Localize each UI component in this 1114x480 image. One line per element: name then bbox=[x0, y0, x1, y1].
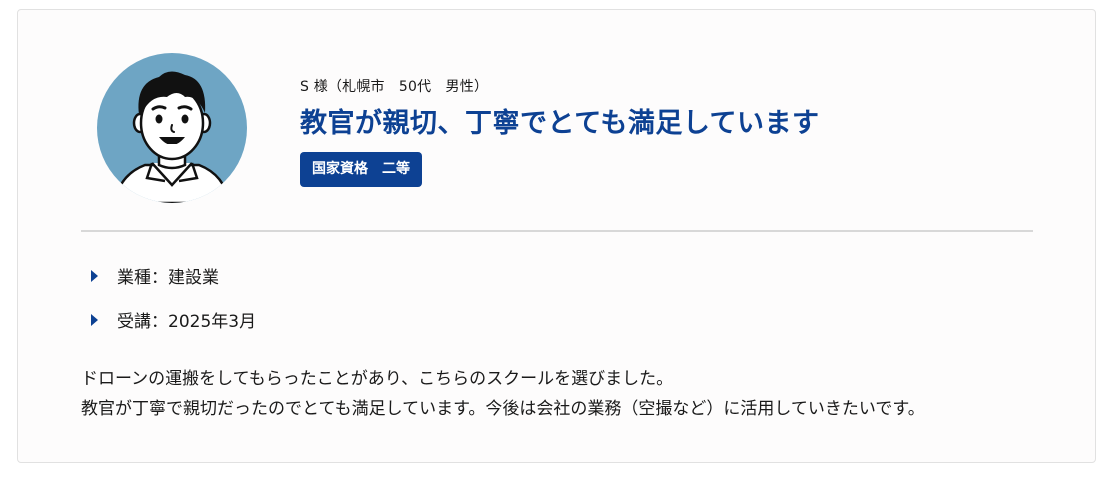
section-divider bbox=[81, 230, 1033, 232]
detail-item-industry: 業種：建設業 bbox=[91, 263, 219, 288]
reviewer-info: S 様（札幌市 50代 男性） bbox=[300, 79, 489, 95]
review-body: ドローンの運搬をしてもらったことがあり、こちらのスクールを選びました。 教官が丁… bbox=[81, 364, 1071, 424]
review-body-line: 教官が丁寧で親切だったのでとても満足しています。今後は会社の業務（空撮など）に活… bbox=[81, 399, 925, 419]
license-badge: 国家資格 二等 bbox=[300, 152, 422, 187]
testimonial-card: S 様（札幌市 50代 男性） 教官が親切、丁寧でとても満足しています 国家資格… bbox=[17, 9, 1096, 463]
detail-item-course-date: 受講：2025年3月 bbox=[91, 307, 256, 332]
detail-label: 受講：2025年3月 bbox=[117, 312, 257, 332]
reviewer-avatar bbox=[97, 53, 247, 203]
detail-label: 業種：建設業 bbox=[117, 268, 219, 288]
male-avatar-illustration-icon bbox=[97, 53, 247, 203]
review-title: 教官が親切、丁寧でとても満足しています bbox=[300, 108, 820, 139]
triangle-right-icon bbox=[91, 313, 98, 326]
triangle-right-icon bbox=[91, 269, 98, 282]
review-body-line: ドローンの運搬をしてもらったことがあり、こちらのスクールを選びました。 bbox=[81, 369, 674, 389]
